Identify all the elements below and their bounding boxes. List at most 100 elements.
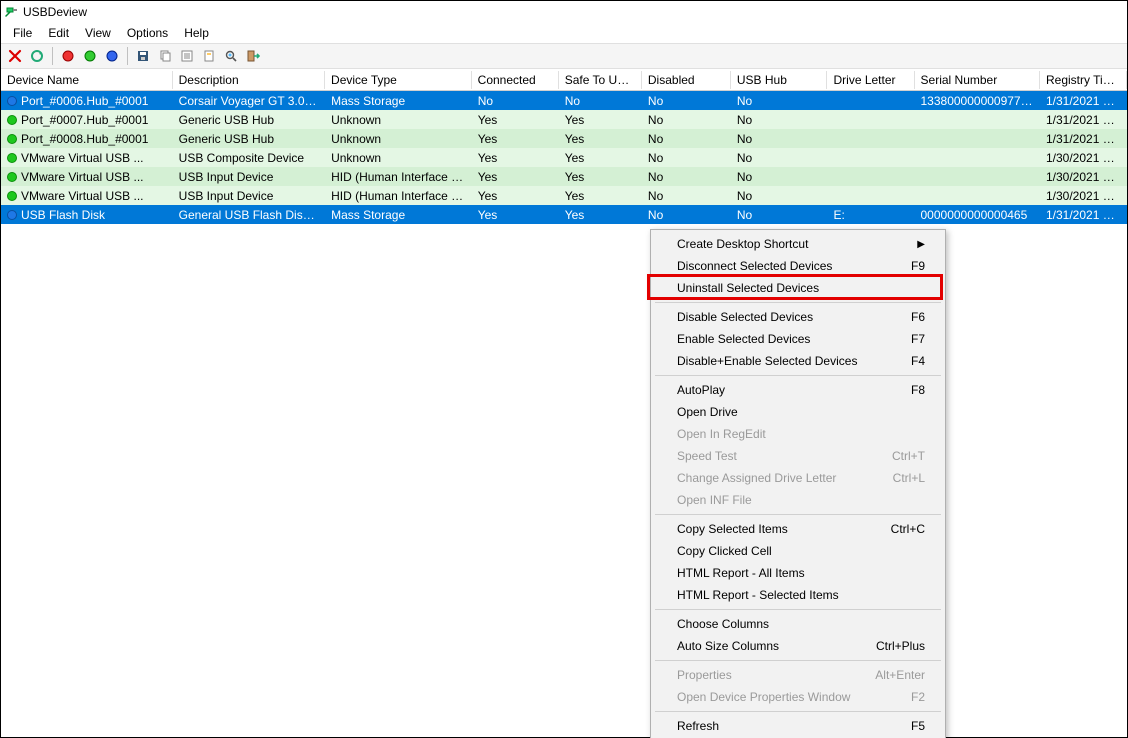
table-row[interactable]: Port_#0007.Hub_#0001Generic USB HubUnkno…	[1, 110, 1127, 129]
menu-help[interactable]: Help	[176, 24, 217, 42]
status-dot-green-icon	[7, 153, 17, 163]
col-registry-time[interactable]: Registry Time 1	[1040, 71, 1127, 89]
context-menu-item[interactable]: Create Desktop Shortcut▶	[653, 233, 943, 255]
status-dot-green-icon	[7, 191, 17, 201]
menu-options[interactable]: Options	[119, 24, 176, 42]
context-menu-label: Speed Test	[677, 449, 737, 463]
device-name-text: VMware Virtual USB ...	[21, 151, 143, 165]
cell-serial: 1338000000009778...	[915, 93, 1040, 109]
refresh-icon[interactable]	[27, 46, 47, 66]
cell-usb-hub: No	[731, 207, 828, 223]
context-menu-label: Open In RegEdit	[677, 427, 766, 441]
context-menu-item[interactable]: Disconnect Selected DevicesF9	[653, 255, 943, 277]
context-menu-label: Disconnect Selected Devices	[677, 259, 832, 273]
table-row[interactable]: VMware Virtual USB ... USB Composite Devi…	[1, 148, 1127, 167]
context-menu-item[interactable]: Copy Clicked Cell	[653, 540, 943, 562]
status-dot-green-icon	[7, 172, 17, 182]
cell-disabled: No	[642, 112, 731, 128]
menu-file[interactable]: File	[5, 24, 40, 42]
context-menu-shortcut: F8	[911, 383, 925, 397]
menu-edit[interactable]: Edit	[40, 24, 77, 42]
cell-serial	[915, 195, 1040, 197]
col-serial-number[interactable]: Serial Number	[915, 71, 1040, 89]
context-menu-label: HTML Report - All Items	[677, 566, 805, 580]
table-row[interactable]: Port_#0008.Hub_#0001Generic USB HubUnkno…	[1, 129, 1127, 148]
cell-safe: No	[559, 93, 642, 109]
delete-x-icon[interactable]	[5, 46, 25, 66]
device-name-text: Port_#0008.Hub_#0001	[21, 132, 148, 146]
cell-disabled: No	[642, 93, 731, 109]
table-row[interactable]: VMware Virtual USB ...USB Input DeviceHI…	[1, 186, 1127, 205]
grid-body[interactable]: Port_#0006.Hub_#0001 Corsair Voyager GT 3…	[1, 91, 1127, 737]
cell-device-type: Mass Storage	[325, 93, 472, 109]
cell-time: 1/31/2021 6:20:	[1040, 207, 1127, 223]
context-menu-item[interactable]: Uninstall Selected Devices	[653, 277, 943, 299]
context-menu-item[interactable]: Open Drive	[653, 401, 943, 423]
context-menu-separator	[655, 609, 941, 610]
col-safe-unplug[interactable]: Safe To Unpl...	[559, 71, 642, 89]
context-menu-shortcut: F2	[911, 690, 925, 704]
context-menu-label: Open Device Properties Window	[677, 690, 850, 704]
cell-description: USB Composite Device	[173, 150, 325, 166]
context-menu-separator	[655, 514, 941, 515]
context-menu-shortcut: F4	[911, 354, 925, 368]
report-icon[interactable]	[199, 46, 219, 66]
context-menu-label: Copy Clicked Cell	[677, 544, 772, 558]
cell-serial: 0000000000000465	[915, 207, 1040, 223]
cell-device-name: Port_#0007.Hub_#0001	[1, 112, 173, 128]
col-description[interactable]: Description	[173, 71, 325, 89]
context-menu-item: Open INF File	[653, 489, 943, 511]
context-menu-item[interactable]: Choose Columns	[653, 613, 943, 635]
context-menu-item[interactable]: Disable Selected DevicesF6	[653, 306, 943, 328]
context-menu-item[interactable]: RefreshF5	[653, 715, 943, 737]
cell-serial	[915, 157, 1040, 159]
context-menu-item[interactable]: Disable+Enable Selected Devices F4	[653, 350, 943, 372]
col-usb-hub[interactable]: USB Hub	[731, 71, 828, 89]
cell-usb-hub: No	[731, 131, 828, 147]
context-menu-label: AutoPlay	[677, 383, 725, 397]
col-device-type[interactable]: Device Type	[325, 71, 472, 89]
context-menu-item[interactable]: Auto Size ColumnsCtrl+Plus	[653, 635, 943, 657]
context-menu-label: Disable+Enable Selected Devices	[677, 354, 857, 368]
col-device-name[interactable]: Device Name	[1, 71, 173, 89]
menu-view[interactable]: View	[77, 24, 119, 42]
grid-header: Device Name Description Device Type Conn…	[1, 69, 1127, 91]
circle-blue-icon[interactable]	[102, 46, 122, 66]
context-menu-item[interactable]: HTML Report - Selected Items	[653, 584, 943, 606]
submenu-arrow-icon: ▶	[917, 239, 925, 250]
cell-serial	[915, 119, 1040, 121]
device-name-text: Port_#0006.Hub_#0001	[21, 94, 148, 108]
table-row[interactable]: VMware Virtual USB ...USB Input DeviceHI…	[1, 167, 1127, 186]
context-menu-item[interactable]: Copy Selected ItemsCtrl+C	[653, 518, 943, 540]
circle-green-icon[interactable]	[80, 46, 100, 66]
cell-connected: Yes	[472, 112, 559, 128]
cell-device-name: VMware Virtual USB ...	[1, 188, 173, 204]
cell-drive-letter	[827, 100, 914, 102]
context-menu-item[interactable]: Enable Selected DevicesF7	[653, 328, 943, 350]
context-menu-item[interactable]: AutoPlay F8	[653, 379, 943, 401]
app-icon	[5, 5, 19, 19]
context-menu-shortcut: Ctrl+C	[891, 522, 925, 536]
context-menu-item[interactable]: HTML Report - All Items	[653, 562, 943, 584]
col-drive-letter[interactable]: Drive Letter	[827, 71, 914, 89]
table-row[interactable]: Port_#0006.Hub_#0001 Corsair Voyager GT 3…	[1, 91, 1127, 110]
find-icon[interactable]	[221, 46, 241, 66]
copy-icon[interactable]	[155, 46, 175, 66]
col-disabled[interactable]: Disabled	[642, 71, 731, 89]
cell-time: 1/31/2021 5:41:	[1040, 93, 1127, 109]
cell-device-name: USB Flash Disk	[1, 207, 173, 223]
cell-time: 1/30/2021 5:27:	[1040, 169, 1127, 185]
cell-description: Corsair Voyager GT 3.0 USB De...	[173, 93, 325, 109]
cell-device-type: Mass Storage	[325, 207, 472, 223]
circle-red-icon[interactable]	[58, 46, 78, 66]
context-menu-shortcut: Ctrl+Plus	[876, 639, 925, 653]
status-dot-green-icon	[7, 115, 17, 125]
context-menu-label: Enable Selected Devices	[677, 332, 810, 346]
save-icon[interactable]	[133, 46, 153, 66]
col-connected[interactable]: Connected	[472, 71, 559, 89]
properties-icon[interactable]	[177, 46, 197, 66]
exit-icon[interactable]	[243, 46, 263, 66]
table-row[interactable]: USB Flash DiskGeneral USB Flash Disk USB…	[1, 205, 1127, 224]
cell-description: General USB Flash Disk USB D...	[173, 207, 325, 223]
context-menu-shortcut: Alt+Enter	[875, 668, 925, 682]
